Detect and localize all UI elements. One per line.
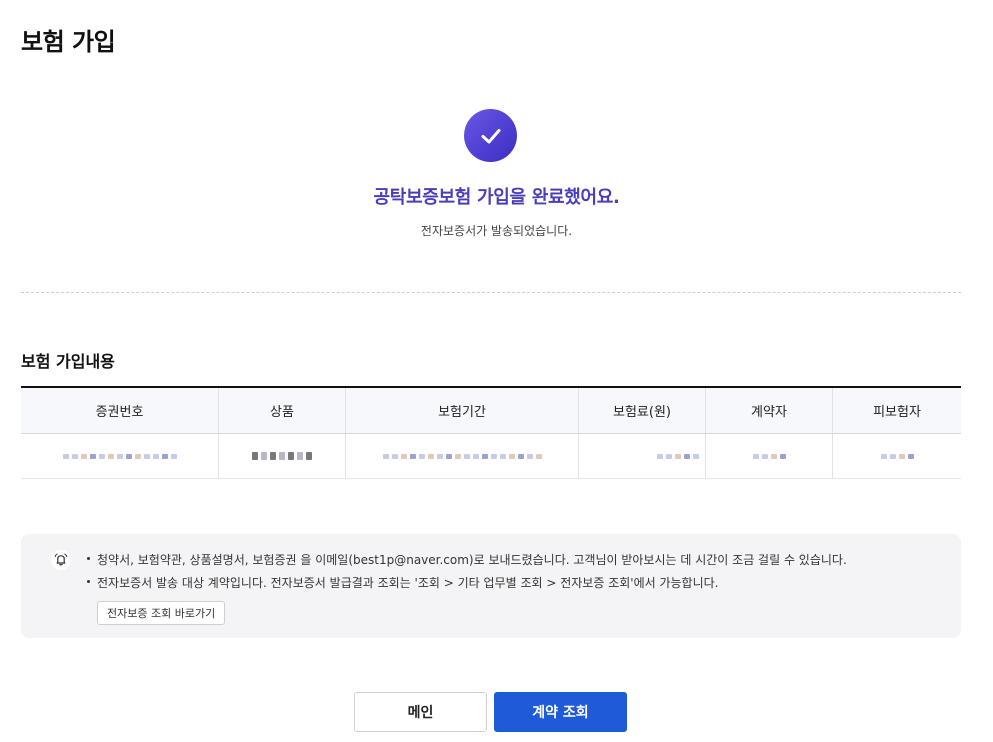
success-badge bbox=[464, 109, 517, 162]
check-icon bbox=[481, 128, 500, 143]
cell-product-redacted bbox=[219, 434, 346, 478]
completion-subtitle: 전자보증서가 발송되었습니다. bbox=[420, 224, 573, 238]
notice-list: 청약서, 보험약관, 상품설명서, 보험증권 을 이메일(best1p@nave… bbox=[85, 552, 847, 598]
column-header-insured: 피보험자 bbox=[873, 405, 921, 420]
table-row bbox=[21, 434, 961, 479]
contract-inquiry-button[interactable]: 계약 조회 bbox=[494, 692, 627, 732]
notice-item-email: 청약서, 보험약관, 상품설명서, 보험증권 을 이메일(best1p@nave… bbox=[85, 552, 847, 568]
notice-box: 청약서, 보험약관, 상품설명서, 보험증권 을 이메일(best1p@nave… bbox=[21, 534, 961, 638]
cell-insured-redacted bbox=[833, 434, 961, 478]
column-header-premium: 보험료(원) bbox=[579, 388, 706, 433]
table-header-row: 증권번호 상품 보험기간 보험료(원) 계약자 피보험자 bbox=[21, 388, 961, 434]
completion-title: 공탁보증보험 가입을 완료했어요. bbox=[373, 187, 620, 208]
page-title: 보험 가입 bbox=[21, 28, 116, 56]
cell-policy-number-redacted bbox=[21, 434, 219, 478]
cell-premium-redacted bbox=[579, 434, 706, 478]
bell-icon bbox=[51, 550, 71, 570]
main-button[interactable]: 메인 bbox=[354, 692, 487, 732]
column-header-policy-number: 증권번호 bbox=[21, 388, 219, 433]
column-header-product: 상품 bbox=[219, 388, 346, 433]
section-title: 보험 가입내용 bbox=[21, 352, 115, 371]
divider bbox=[21, 292, 961, 293]
cell-contractor-redacted bbox=[706, 434, 833, 478]
cell-period-redacted bbox=[346, 434, 579, 478]
column-header-period: 보험기간 bbox=[346, 388, 579, 433]
notice-item-e-guarantee: 전자보증서 발송 대상 계약입니다. 전자보증서 발급결과 조회는 '조회 > … bbox=[85, 575, 847, 591]
e-guarantee-shortcut-button[interactable]: 전자보증 조회 바로가기 bbox=[97, 601, 226, 625]
column-header-contractor: 계약자 bbox=[706, 388, 833, 433]
contract-table: 증권번호 상품 보험기간 보험료(원) 계약자 피보험자 bbox=[21, 386, 961, 479]
